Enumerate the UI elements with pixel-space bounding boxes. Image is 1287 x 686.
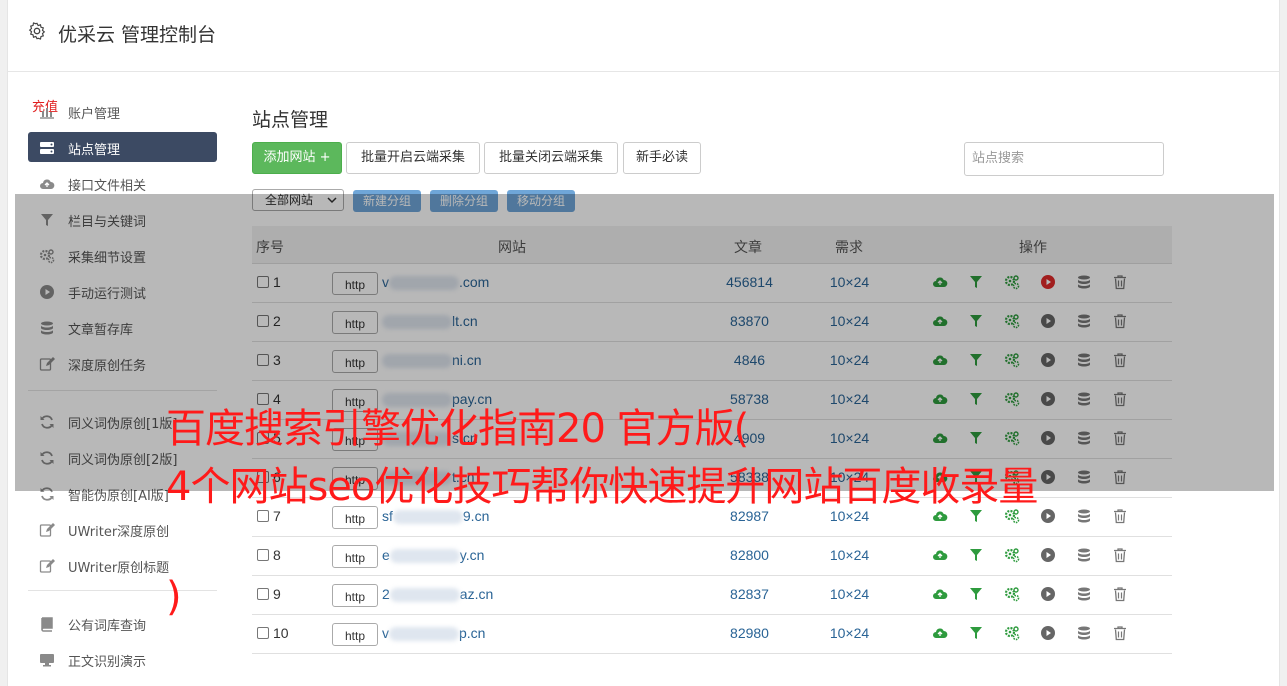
row-checkbox[interactable] [257, 588, 269, 600]
beginner-guide-button[interactable]: 新手必读 [623, 142, 701, 174]
redacted-blur [389, 549, 460, 564]
database-icon[interactable] [1076, 586, 1094, 604]
redacted-blur [389, 588, 460, 603]
row-checkbox[interactable] [257, 549, 269, 561]
site-suffix: az.cn [459, 586, 494, 602]
sidebar-item-1[interactable]: 站点管理 [28, 132, 217, 162]
site-search-input[interactable]: 站点搜索 [964, 142, 1164, 176]
protocol-badge[interactable]: http [332, 506, 378, 529]
server-icon [39, 140, 55, 154]
row-index: 7 [273, 508, 281, 524]
edit-icon [39, 558, 55, 573]
demand-value[interactable]: 10×24 [812, 508, 887, 524]
filter-icon[interactable] [968, 508, 986, 526]
site-suffix: y.cn [459, 547, 485, 563]
redacted-blur [392, 510, 463, 525]
play-circle-icon[interactable] [1040, 508, 1058, 526]
article-count[interactable]: 82980 [692, 625, 807, 641]
protocol-badge[interactable]: http [332, 584, 378, 607]
sidebar-divider [28, 590, 217, 591]
batch-open-cloud-button[interactable]: 批量开启云端采集 [346, 142, 480, 174]
trash-icon[interactable] [1112, 586, 1130, 604]
cloud-upload-icon[interactable] [932, 547, 950, 565]
redacted-blur [389, 627, 459, 642]
demand-value[interactable]: 10×24 [812, 625, 887, 641]
sidebar-item-label: UWriter原创标题 [68, 561, 170, 576]
site-link[interactable]: e y.cn [382, 547, 485, 564]
site-prefix: v [382, 625, 389, 641]
sidebar-item-11[interactable]: UWriter深度原创 [28, 514, 217, 544]
add-site-button[interactable]: 添加网站 + [252, 142, 342, 174]
protocol-badge[interactable]: http [332, 545, 378, 568]
app-title: 优采云 管理控制台 [58, 24, 217, 46]
play-circle-icon[interactable] [1040, 625, 1058, 643]
site-suffix: p.cn [459, 625, 486, 641]
table-row: 9 http 2 az.cn 82837 10×24 [252, 576, 1172, 615]
cloud-upload-icon[interactable] [932, 508, 950, 526]
site-prefix: 2 [382, 586, 390, 602]
sidebar-item-label: 账户管理 [68, 107, 121, 122]
play-circle-icon[interactable] [1040, 547, 1058, 565]
sidebar-item-label: UWriter深度原创 [68, 525, 170, 540]
trash-icon[interactable] [1112, 625, 1130, 643]
monitor-icon [39, 652, 55, 667]
table-row: 7 http sf 9.cn 82987 10×24 [252, 498, 1172, 537]
trash-icon[interactable] [1112, 547, 1130, 565]
site-link[interactable]: v p.cn [382, 625, 486, 642]
trash-icon[interactable] [1112, 508, 1130, 526]
sidebar-item-label: 公有词库查询 [68, 619, 147, 634]
cloud-upload-icon[interactable] [932, 586, 950, 604]
edit-icon [39, 522, 55, 537]
article-count[interactable]: 82837 [692, 586, 807, 602]
gears-icon[interactable] [1004, 625, 1022, 643]
gears-icon[interactable] [1004, 547, 1022, 565]
filter-icon[interactable] [968, 625, 986, 643]
site-link[interactable]: 2 az.cn [382, 586, 494, 603]
demand-value[interactable]: 10×24 [812, 547, 887, 563]
cloud-upload-icon [39, 176, 55, 190]
row-checkbox[interactable] [257, 627, 269, 639]
row-index: 10 [273, 625, 289, 641]
sidebar-item-0[interactable]: 账户管理 充值 [28, 96, 217, 126]
book-icon [39, 616, 55, 632]
row-checkbox[interactable] [257, 510, 269, 522]
filter-icon[interactable] [968, 547, 986, 565]
bar-chart-icon [39, 104, 55, 119]
gears-icon[interactable] [1004, 508, 1022, 526]
dim-overlay [15, 194, 1274, 491]
protocol-badge[interactable]: http [332, 623, 378, 646]
site-link[interactable]: sf 9.cn [382, 508, 490, 525]
gears-icon[interactable] [1004, 586, 1022, 604]
table-row: 8 http e y.cn 82800 10×24 [252, 537, 1172, 576]
database-icon[interactable] [1076, 547, 1094, 565]
cloud-upload-icon[interactable] [932, 625, 950, 643]
play-circle-icon[interactable] [1040, 586, 1058, 604]
database-icon[interactable] [1076, 625, 1094, 643]
site-prefix: e [382, 547, 390, 563]
table-row: 10 http v p.cn 82980 10×24 [252, 615, 1172, 654]
sidebar-item-14[interactable]: 正文识别演示 [28, 644, 217, 674]
sidebar-item-13[interactable]: 公有词库查询 [28, 608, 217, 638]
row-index: 9 [273, 586, 281, 602]
row-index: 8 [273, 547, 281, 563]
article-count[interactable]: 82987 [692, 508, 807, 524]
site-prefix: sf [382, 508, 393, 524]
sidebar-item-label: 正文识别演示 [68, 655, 147, 670]
gear-icon[interactable] [28, 22, 46, 40]
sidebar-item-label: 站点管理 [68, 143, 121, 158]
top-bar: 优采云 管理控制台 [8, 0, 1279, 72]
site-suffix: 9.cn [462, 508, 490, 524]
article-count[interactable]: 82800 [692, 547, 807, 563]
filter-icon[interactable] [968, 586, 986, 604]
demand-value[interactable]: 10×24 [812, 586, 887, 602]
page-title: 站点管理 [252, 109, 329, 131]
sidebar-item-12[interactable]: UWriter原创标题 [28, 550, 217, 580]
sidebar-item-label: 接口文件相关 [68, 179, 147, 194]
batch-close-cloud-button[interactable]: 批量关闭云端采集 [484, 142, 618, 174]
database-icon[interactable] [1076, 508, 1094, 526]
